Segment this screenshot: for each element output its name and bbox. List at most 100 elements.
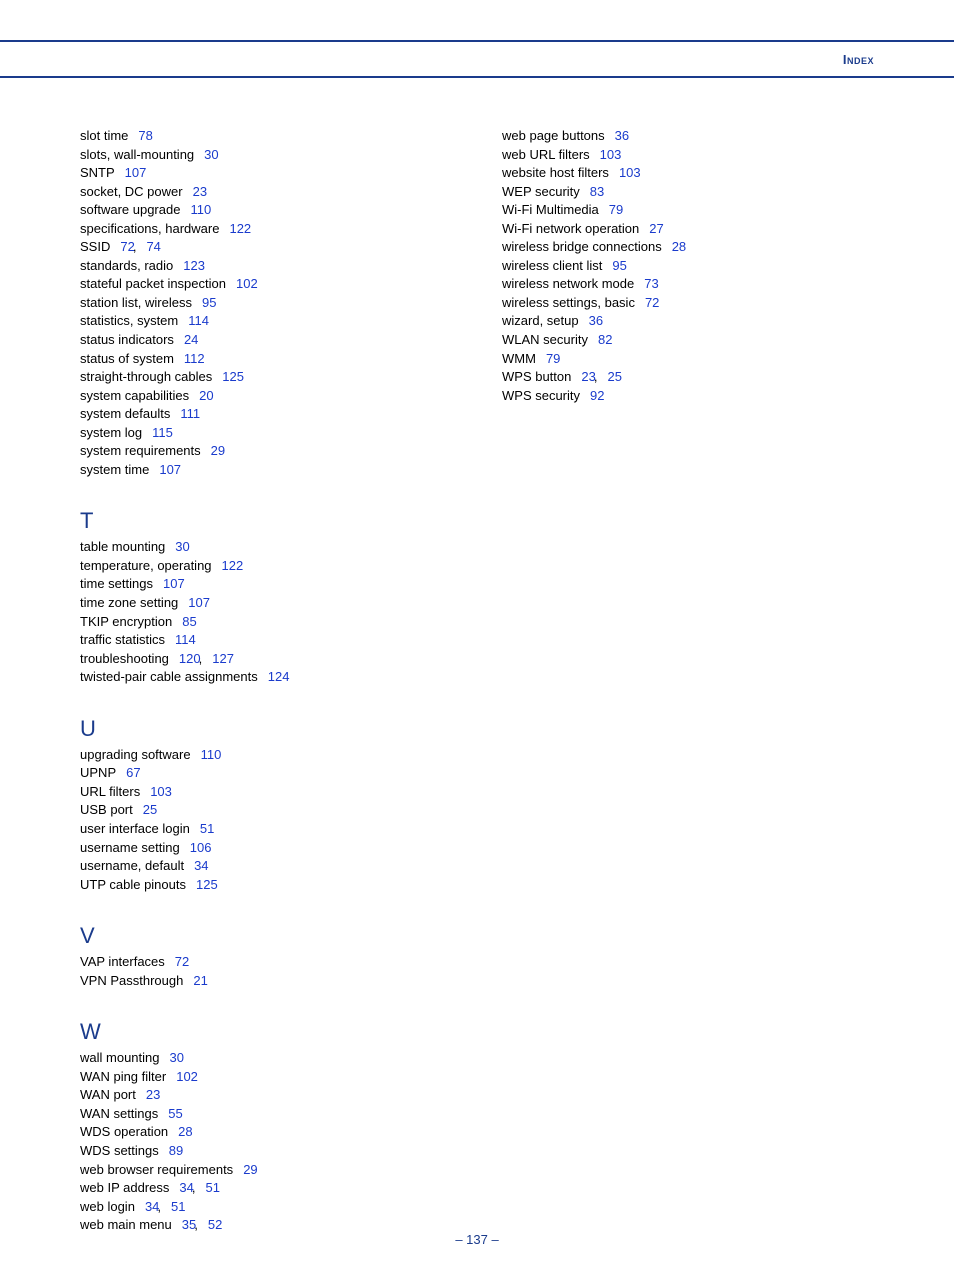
page-reference[interactable]: 67: [126, 765, 140, 780]
page-reference[interactable]: 28: [178, 1124, 192, 1139]
index-entry-text: USB port: [80, 802, 133, 817]
index-entry-text: WAN ping filter: [80, 1069, 166, 1084]
page-reference[interactable]: 74: [146, 239, 160, 254]
index-entry: wizard, setup 36: [502, 312, 874, 330]
index-entry: WLAN security82: [502, 331, 874, 349]
page-reference[interactable]: 29: [211, 443, 225, 458]
page-reference[interactable]: 21: [193, 973, 207, 988]
page-reference[interactable]: 78: [138, 128, 152, 143]
index-entry: system log115: [80, 424, 452, 442]
page-reference[interactable]: 51: [205, 1180, 219, 1195]
page-reference[interactable]: 34: [194, 858, 208, 873]
index-entry: WAN port23: [80, 1086, 452, 1104]
page-reference[interactable]: 36: [615, 128, 629, 143]
page-reference[interactable]: 55: [168, 1106, 182, 1121]
page-reference[interactable]: 123: [183, 258, 205, 273]
index-entry-text: SSID: [80, 239, 110, 254]
index-entry-text: system time: [80, 462, 149, 477]
index-entry: software upgrade 110: [80, 201, 452, 219]
page-reference[interactable]: 107: [188, 595, 210, 610]
page-reference[interactable]: 107: [159, 462, 181, 477]
separator: ,: [157, 1199, 161, 1214]
page-reference[interactable]: 24: [184, 332, 198, 347]
index-entry-text: wizard, setup: [502, 313, 579, 328]
page-reference[interactable]: 102: [176, 1069, 198, 1084]
index-entry-text: Wi-Fi network operation: [502, 221, 639, 236]
page-reference[interactable]: 23: [146, 1087, 160, 1102]
separator: ,: [192, 1180, 196, 1195]
page-reference[interactable]: 73: [644, 276, 658, 291]
page-reference[interactable]: 102: [236, 276, 258, 291]
page-reference[interactable]: 111: [180, 406, 200, 421]
page-reference[interactable]: 115: [152, 425, 173, 440]
page-reference[interactable]: 30: [175, 539, 189, 554]
page-reference[interactable]: 107: [125, 165, 147, 180]
index-entry: TKIP encryption85: [80, 613, 452, 631]
page-reference[interactable]: 110: [201, 747, 222, 762]
page-reference[interactable]: 120: [179, 651, 201, 666]
page-reference[interactable]: 30: [204, 147, 218, 162]
index-entry-text: Wi-Fi Multimedia: [502, 202, 599, 217]
page-reference[interactable]: 72: [645, 295, 659, 310]
page-reference[interactable]: 30: [170, 1050, 184, 1065]
page-reference[interactable]: 95: [202, 295, 216, 310]
index-entry: username setting106: [80, 839, 452, 857]
page-reference[interactable]: 125: [222, 369, 244, 384]
page-reference[interactable]: 106: [190, 840, 212, 855]
index-entry: system capabilities20: [80, 387, 452, 405]
page-reference[interactable]: 51: [200, 821, 214, 836]
page-reference[interactable]: 83: [590, 184, 604, 199]
page-reference[interactable]: 89: [169, 1143, 183, 1158]
page-reference[interactable]: 72: [175, 954, 189, 969]
page-reference[interactable]: 124: [268, 669, 290, 684]
index-entry: wireless network mode73: [502, 275, 874, 293]
page-reference[interactable]: 23: [193, 184, 207, 199]
page-reference[interactable]: 25: [143, 802, 157, 817]
page-reference[interactable]: 85: [182, 614, 196, 629]
page-reference[interactable]: 114: [188, 313, 209, 328]
page-reference[interactable]: 122: [229, 221, 251, 236]
page-footer: – 137 –: [0, 1232, 954, 1247]
page-reference[interactable]: 52: [208, 1217, 222, 1232]
page-reference[interactable]: 114: [175, 632, 196, 647]
index-entry: wireless settings, basic 72: [502, 294, 874, 312]
page-reference[interactable]: 36: [589, 313, 603, 328]
index-entry: VPN Passthrough21: [80, 972, 452, 990]
page-reference[interactable]: 107: [163, 576, 185, 591]
page-reference[interactable]: 122: [222, 558, 244, 573]
page-reference[interactable]: 112: [184, 351, 205, 366]
page-reference[interactable]: 79: [609, 202, 623, 217]
index-entry-text: WMM: [502, 351, 536, 366]
page-reference[interactable]: 20: [199, 388, 213, 403]
index-entry: Wi-Fi network operation 27: [502, 220, 874, 238]
index-entry: VAP interfaces72: [80, 953, 452, 971]
page-reference[interactable]: 110: [190, 202, 211, 217]
index-entry: traffic statistics114: [80, 631, 452, 649]
index-entry-text: web page buttons: [502, 128, 605, 143]
page-reference[interactable]: 125: [196, 877, 218, 892]
page-reference[interactable]: 95: [612, 258, 626, 273]
page-reference[interactable]: 25: [607, 369, 621, 384]
index-entry: status indicators24: [80, 331, 452, 349]
index-entry-text: software upgrade: [80, 202, 180, 217]
page-reference[interactable]: 29: [243, 1162, 257, 1177]
index-entry: web URL filters103: [502, 146, 874, 164]
section-letter: W: [80, 1019, 452, 1045]
index-entry: SSID72,74: [80, 238, 452, 256]
page-reference[interactable]: 92: [590, 388, 604, 403]
index-entry-text: web login: [80, 1199, 135, 1214]
page-reference[interactable]: 82: [598, 332, 612, 347]
header-band: Index: [0, 40, 954, 78]
index-entry: station list, wireless95: [80, 294, 452, 312]
page-reference[interactable]: 103: [619, 165, 641, 180]
page-reference[interactable]: 51: [171, 1199, 185, 1214]
page-reference[interactable]: 103: [600, 147, 622, 162]
index-entry-text: socket, DC power: [80, 184, 183, 199]
page-reference[interactable]: 28: [672, 239, 686, 254]
page-reference[interactable]: 103: [150, 784, 172, 799]
index-entry-text: wireless settings, basic: [502, 295, 635, 310]
page-reference[interactable]: 27: [649, 221, 663, 236]
page-reference[interactable]: 79: [546, 351, 560, 366]
index-entry: slots, wall-mounting30: [80, 146, 452, 164]
page-reference[interactable]: 127: [212, 651, 234, 666]
